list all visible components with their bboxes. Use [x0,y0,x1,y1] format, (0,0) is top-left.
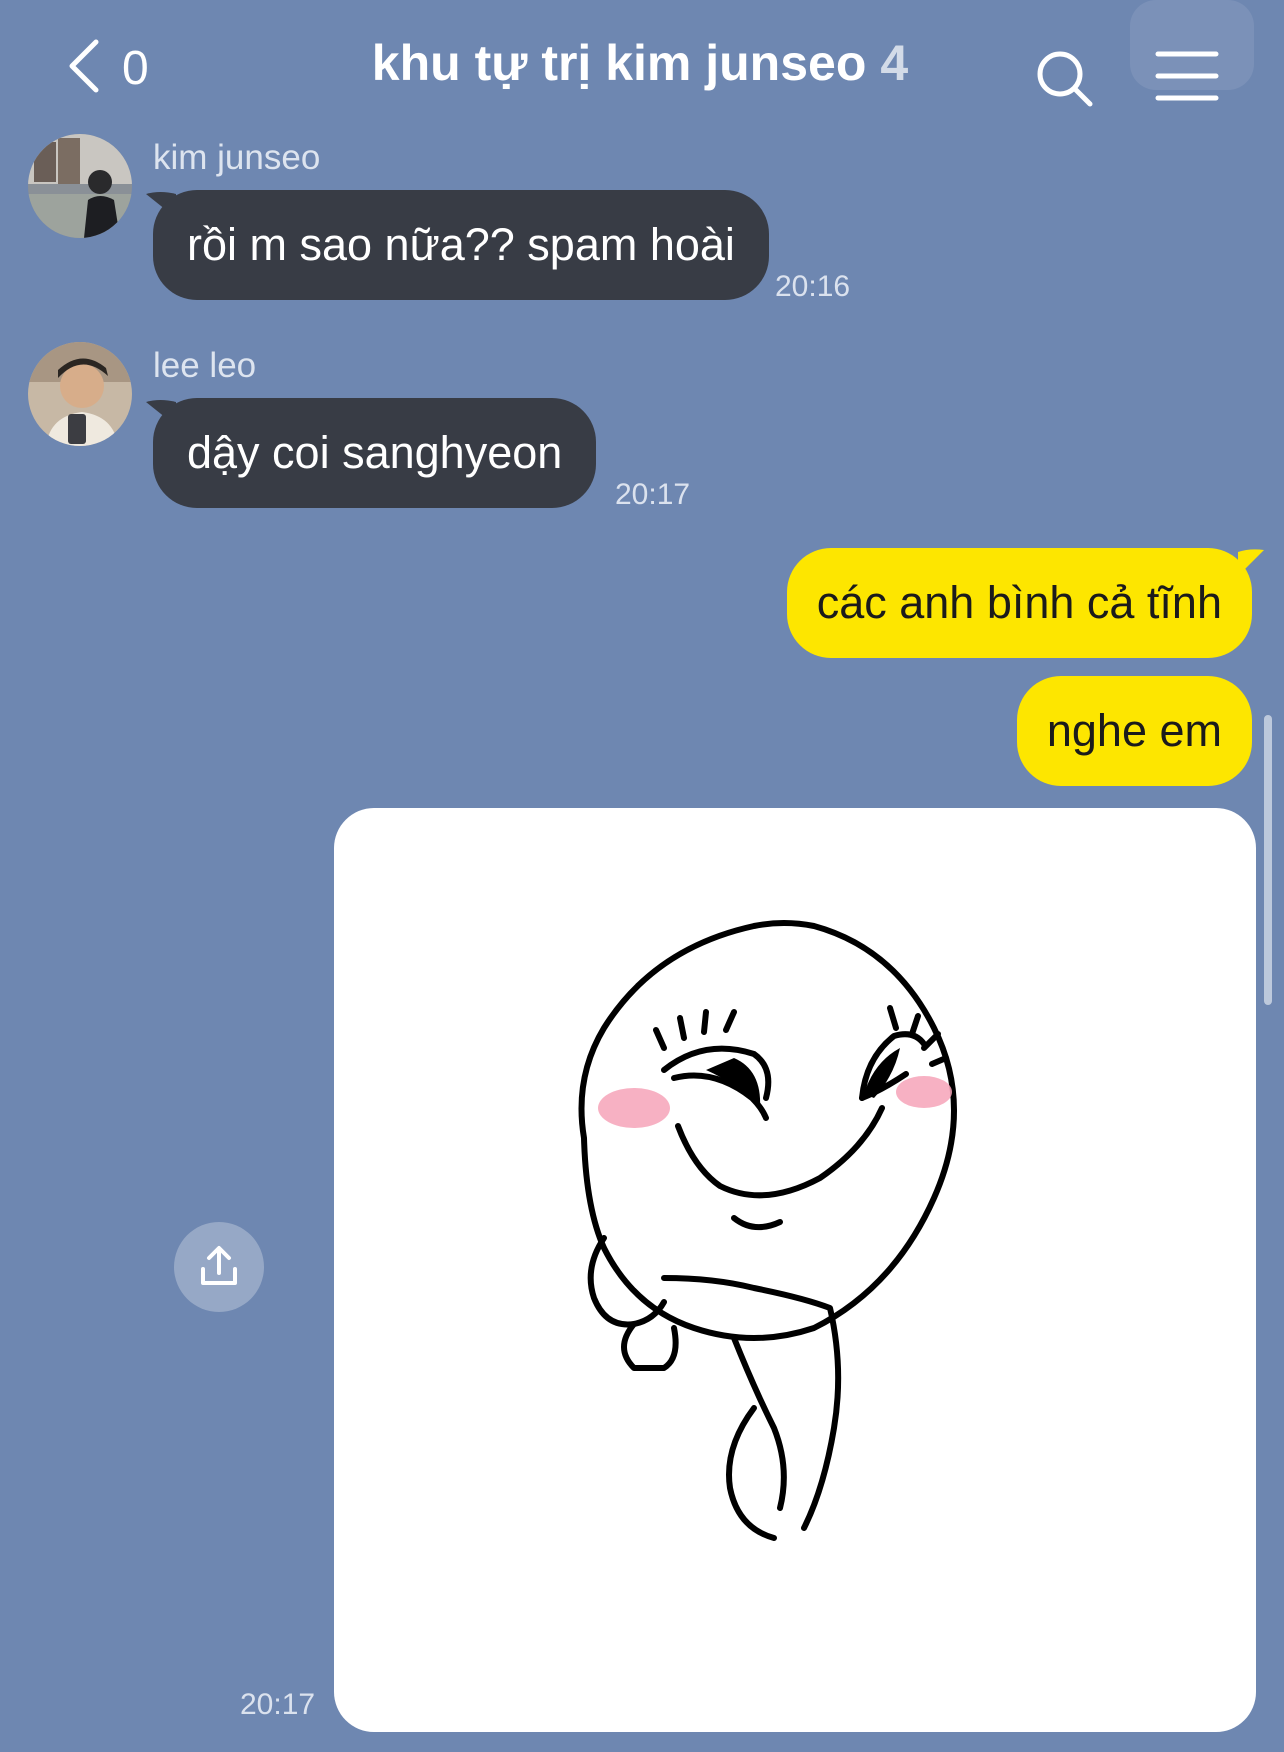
sender-name: lee leo [153,346,257,385]
unread-count: 0 [122,41,149,95]
message-bubble[interactable]: dậy coi sanghyeon [153,398,597,508]
message-bubble[interactable]: rồi m sao nữa?? spam hoài [153,190,769,300]
chevron-left-icon [64,36,104,101]
message-time: 20:16 [775,270,851,303]
share-button[interactable] [174,1222,264,1312]
avatar[interactable] [28,134,132,238]
message-bubble-outgoing[interactable]: nghe em [1016,676,1252,786]
menu-icon [1155,51,1219,101]
message-bubble-outgoing[interactable]: các anh bình cả tĩnh [786,548,1252,658]
sticker-image[interactable] [334,808,1256,1732]
share-icon [201,1246,237,1285]
scrollbar[interactable] [1264,715,1272,1005]
smiley-sticker [578,920,957,1541]
chat-title-text: khu tự trị kim junseo [371,35,867,91]
bubble-tail [1238,549,1264,576]
message-time: 20:17 [615,478,691,511]
sender-name: kim junseo [153,138,321,177]
search-button[interactable] [1030,44,1100,114]
member-count: 4 [880,35,909,91]
menu-button[interactable] [1150,44,1220,114]
chat-title: khu tự trị kim junseo 4 [330,34,950,92]
search-icon [1037,51,1093,107]
message-time: 20:17 [240,1688,316,1721]
avatar[interactable] [28,342,132,446]
back-button[interactable]: 0 [64,28,174,108]
